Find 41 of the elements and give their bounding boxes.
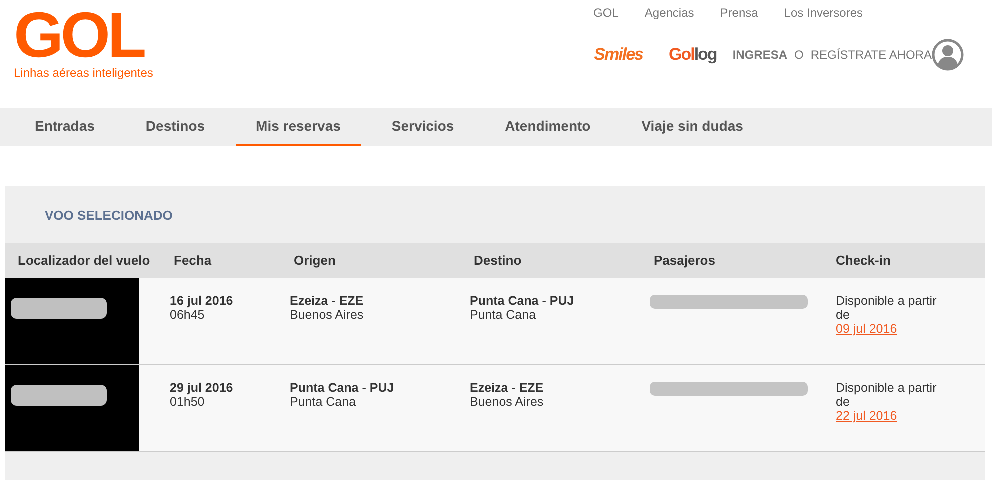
gollog-logo[interactable]: Gollog (668, 45, 717, 65)
nav-tab[interactable]: Destinos (126, 108, 226, 146)
top-link[interactable]: GOL (594, 6, 619, 20)
logo-tagline: Linhas aéreas inteligentes (14, 66, 154, 80)
gol-logo[interactable]: GOL (14, 2, 154, 68)
checkin-date-link[interactable]: 22 jul 2016 (836, 409, 898, 423)
destination-airport: Punta Cana - PUJ (470, 294, 576, 308)
user-avatar-icon[interactable] (932, 39, 964, 71)
nav-tab[interactable]: Atendimento (485, 108, 611, 146)
column-header: Destino (473, 253, 523, 268)
destination-city: Buenos Aires (470, 395, 545, 409)
smiles-logo[interactable]: Smiles (594, 45, 643, 65)
column-header: Pasajeros (653, 253, 716, 268)
column-header: Origen (293, 253, 337, 268)
nav-tab[interactable]: Mis reservas (236, 108, 361, 146)
top-link[interactable]: Los Inversores (784, 6, 863, 20)
nav-tab[interactable]: Servicios (372, 108, 474, 146)
checkin-date-link[interactable]: 09 jul 2016 (836, 322, 898, 336)
top-link[interactable]: Agencias (644, 6, 694, 20)
origin-airport: Punta Cana - PUJ (290, 381, 396, 395)
flight-date: 16 jul 2016 (170, 294, 234, 308)
destination-city: Punta Cana (470, 308, 538, 322)
panel-title: VOO SELECIONADO (44, 207, 174, 225)
top-link[interactable]: Prensa (720, 6, 758, 20)
column-header: Check-in (835, 253, 892, 268)
flight-time: 06h45 (170, 308, 206, 322)
checkin-text: Disponible a partir de (836, 294, 938, 322)
column-header: Localizador del vuelo (17, 253, 152, 268)
destination-airport: Ezeiza - EZE (470, 381, 545, 395)
column-header: Fecha (173, 253, 213, 268)
nav-tab[interactable]: Viaje sin dudas (622, 108, 764, 146)
or-text: O (794, 48, 804, 62)
flight-time: 01h50 (170, 395, 206, 409)
login-link[interactable]: INGRESA (732, 48, 788, 62)
checkin-text: Disponible a partir de (836, 381, 938, 409)
origin-airport: Ezeiza - EZE (290, 294, 365, 308)
register-link[interactable]: REGÍSTRATE AHORA (810, 48, 932, 62)
nav-tab[interactable]: Entradas (15, 108, 115, 146)
origin-city: Buenos Aires (290, 308, 365, 322)
origin-city: Punta Cana (290, 395, 358, 409)
flight-date: 29 jul 2016 (170, 381, 234, 395)
